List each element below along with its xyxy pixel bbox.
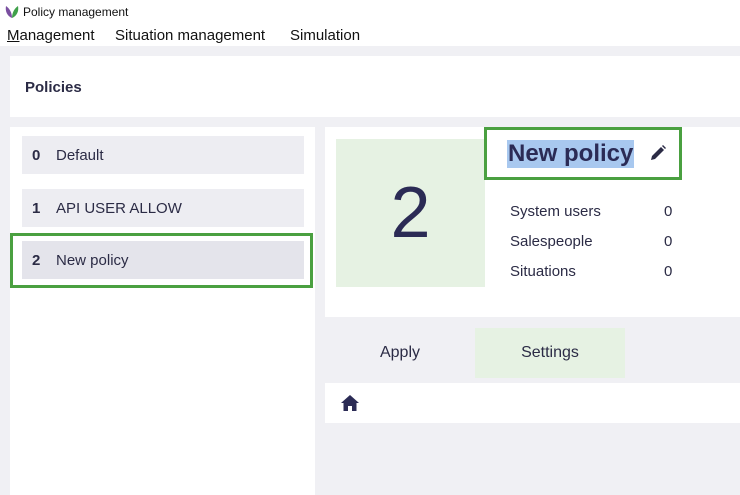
policy-list: 0 Default 1 API USER ALLOW 2 New policy xyxy=(10,127,315,495)
stat-label-salespeople: Salespeople xyxy=(510,233,593,250)
leaf-logo-icon xyxy=(5,6,19,18)
policy-number-badge: 2 xyxy=(336,139,485,287)
policy-item-api-user-allow[interactable]: 1 API USER ALLOW xyxy=(22,189,304,227)
policy-label: API USER ALLOW xyxy=(56,200,182,217)
policy-number-large: 2 xyxy=(390,173,431,253)
stat-label-system-users: System users xyxy=(510,203,601,220)
policy-label: Default xyxy=(56,147,104,164)
policy-name[interactable]: New policy xyxy=(507,140,635,168)
policy-detail-card: 2 New policy System users 0 Salespeople … xyxy=(325,127,740,317)
menu-bar: Management Situation management Simulati… xyxy=(0,24,740,46)
stat-value-salespeople: 0 xyxy=(664,233,673,250)
policy-item-default[interactable]: 0 Default xyxy=(22,136,304,174)
page-title: Policies xyxy=(25,79,82,96)
stat-value-situations: 0 xyxy=(664,263,673,280)
policy-number: 1 xyxy=(32,200,41,217)
menu-simulation[interactable]: Simulation xyxy=(290,27,360,44)
page-header: Policies xyxy=(10,56,740,117)
stat-label-situations: Situations xyxy=(510,263,576,280)
policy-number: 0 xyxy=(32,147,41,164)
window-title: Policy management xyxy=(23,5,129,19)
selection-highlight xyxy=(10,233,313,288)
title-bar: Policy management xyxy=(0,0,740,24)
home-icon[interactable] xyxy=(340,394,360,412)
tab-apply[interactable]: Apply xyxy=(325,328,475,378)
menu-management[interactable]: Management xyxy=(7,27,95,44)
policy-name-editor[interactable]: New policy xyxy=(484,127,682,180)
breadcrumb-bar xyxy=(325,383,740,423)
pencil-icon[interactable] xyxy=(649,144,667,162)
menu-situation-management[interactable]: Situation management xyxy=(115,27,265,44)
tab-settings[interactable]: Settings xyxy=(475,328,625,378)
stat-value-system-users: 0 xyxy=(664,203,673,220)
